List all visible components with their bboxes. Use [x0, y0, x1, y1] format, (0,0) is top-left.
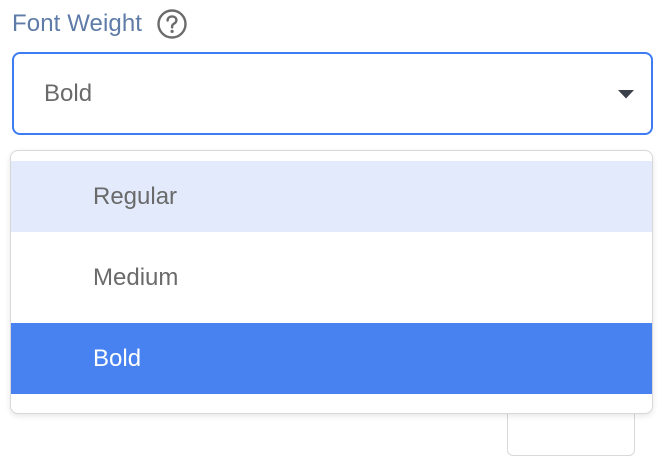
question-circle-icon[interactable]	[156, 8, 188, 40]
font-weight-select[interactable]: Bold	[12, 52, 653, 135]
option-label: Regular	[93, 182, 178, 210]
option-medium[interactable]: Medium	[11, 242, 652, 313]
dropdown-option-list: Regular Medium Bold	[11, 161, 652, 394]
option-label: Medium	[93, 263, 179, 291]
option-regular[interactable]: Regular	[11, 161, 652, 232]
caret-down-icon	[618, 89, 634, 98]
font-weight-label-row: Font Weight	[12, 8, 188, 40]
font-weight-label: Font Weight	[12, 10, 143, 37]
select-current-value: Bold	[44, 79, 93, 107]
option-label: Bold	[93, 344, 142, 372]
option-bold[interactable]: Bold	[11, 323, 652, 394]
font-weight-dropdown-menu: Regular Medium Bold	[10, 150, 653, 414]
